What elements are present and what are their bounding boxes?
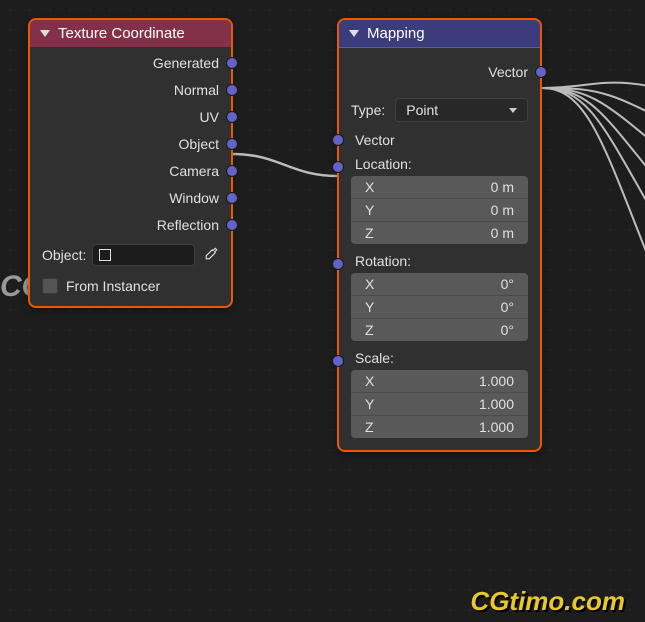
node-title: Texture Coordinate [58,25,185,42]
node-header[interactable]: Mapping [339,20,540,48]
type-value: Point [406,102,438,118]
mapping-node[interactable]: Mapping Vector Type: Point Vector Locati… [337,18,542,452]
scale-group: X1.000 Y1.000 Z1.000 [351,370,528,438]
socket-window[interactable] [226,192,238,204]
output-uv: UV [30,103,231,130]
output-reflection: Reflection [30,211,231,238]
socket-uv[interactable] [226,111,238,123]
socket-normal[interactable] [226,84,238,96]
rotation-z[interactable]: Z0° [351,319,528,341]
socket-camera[interactable] [226,165,238,177]
scale-y[interactable]: Y1.000 [351,393,528,416]
socket-rotation[interactable] [332,258,344,270]
socket-object[interactable] [226,138,238,150]
location-z[interactable]: Z0 m [351,222,528,244]
output-camera: Camera [30,157,231,184]
rotation-x[interactable]: X0° [351,273,528,296]
location-label: Location: [339,153,540,174]
rotation-y[interactable]: Y0° [351,296,528,319]
output-object: Object [30,130,231,157]
socket-vector-out[interactable] [535,66,547,78]
rotation-label: Rotation: [339,250,540,271]
object-field[interactable] [92,244,195,266]
type-dropdown[interactable]: Point [395,98,528,122]
output-normal: Normal [30,76,231,103]
chevron-down-icon [509,108,517,113]
node-header[interactable]: Texture Coordinate [30,20,231,47]
eyedropper-icon[interactable] [201,246,219,264]
object-data-icon [99,249,111,261]
location-y[interactable]: Y0 m [351,199,528,222]
socket-vector-in[interactable] [332,134,344,146]
socket-generated[interactable] [226,57,238,69]
type-label: Type: [351,102,385,118]
node-title: Mapping [367,25,425,42]
from-instancer-checkbox[interactable] [42,278,58,294]
texture-coordinate-node[interactable]: Texture Coordinate Generated Normal UV O… [28,18,233,308]
rotation-group: X0° Y0° Z0° [351,273,528,341]
socket-location[interactable] [332,161,344,173]
location-group: X0 m Y0 m Z0 m [351,176,528,244]
input-vector: Vector [339,126,540,153]
object-label: Object: [42,247,86,263]
scale-z[interactable]: Z1.000 [351,416,528,438]
scale-x[interactable]: X1.000 [351,370,528,393]
watermark-url: CGtimo.com [470,586,625,617]
output-window: Window [30,184,231,211]
socket-reflection[interactable] [226,219,238,231]
socket-scale[interactable] [332,355,344,367]
scale-label: Scale: [339,347,540,368]
output-generated: Generated [30,49,231,76]
from-instancer-label: From Instancer [66,278,160,294]
location-x[interactable]: X0 m [351,176,528,199]
collapse-chevron-icon[interactable] [40,30,50,37]
output-vector: Vector [339,50,540,94]
collapse-chevron-icon[interactable] [349,30,359,37]
